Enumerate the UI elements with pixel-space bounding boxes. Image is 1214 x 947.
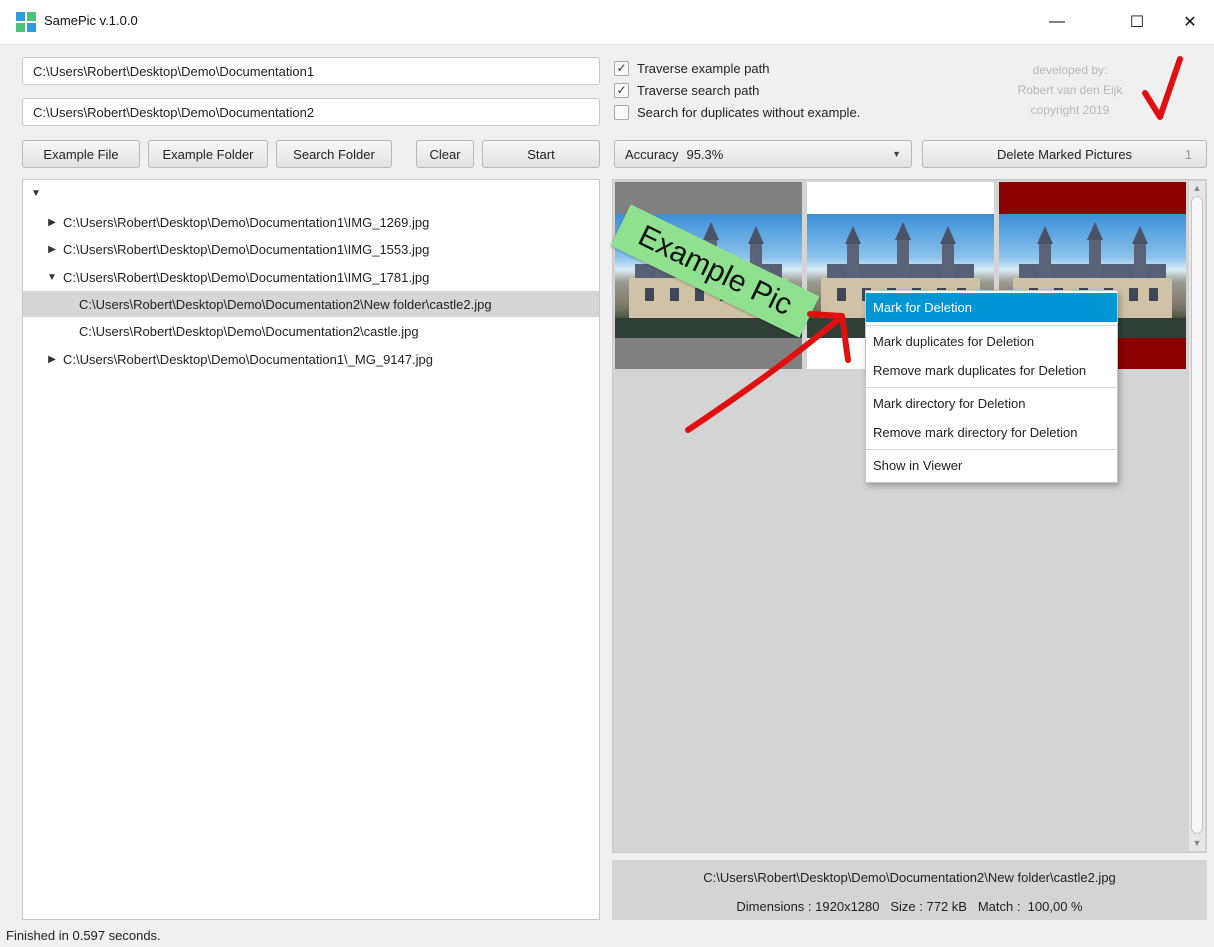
option-traverse-search[interactable]: ✓ Traverse search path [614,79,860,101]
menu-item-remove-mark-directory[interactable]: Remove mark directory for Deletion [866,418,1117,447]
menu-item-remove-mark-duplicates[interactable]: Remove mark duplicates for Deletion [866,356,1117,385]
developer-credit: developed by: Robert van den Eijk copyri… [1017,63,1123,117]
option-search-without-example[interactable]: Search for duplicates without example. [614,101,860,123]
tree-item[interactable]: C:\Users\Robert\Desktop\Demo\Documentati… [23,318,599,344]
tree-item[interactable]: ▶ C:\Users\Robert\Desktop\Demo\Documenta… [23,236,599,262]
scroll-down-icon[interactable]: ▼ [1189,836,1205,850]
minimize-button[interactable]: — [1034,0,1080,44]
start-button[interactable]: Start [482,140,600,168]
title-bar [0,0,1214,45]
marked-count-badge: 1 [1184,146,1192,162]
chevron-down-icon: ▼ [892,149,901,159]
checkbox-icon[interactable] [614,104,629,120]
red-arrow-annotation-icon [685,311,851,433]
menu-item-mark-duplicates[interactable]: Mark duplicates for Deletion [866,327,1117,356]
window-title: SamePic v.1.0.0 [44,13,138,28]
maximize-button[interactable]: ☐ [1114,0,1160,44]
app-icon [16,12,36,32]
expand-icon[interactable]: ▶ [47,217,57,228]
accuracy-select[interactable]: Accuracy 95.3% ▼ [614,140,912,168]
menu-item-mark-for-deletion[interactable]: Mark for Deletion [866,293,1117,322]
checkbox-icon[interactable]: ✓ [614,82,629,98]
tree-root[interactable]: ▼ [23,180,599,206]
scroll-up-icon[interactable]: ▲ [1189,181,1205,195]
search-path-field[interactable]: C:\Users\Robert\Desktop\Demo\Documentati… [22,98,600,126]
checkbox-icon[interactable]: ✓ [614,60,629,76]
red-checkmark-annotation-icon [1142,56,1183,120]
expand-icon[interactable]: ▼ [31,188,41,199]
menu-item-show-in-viewer[interactable]: Show in Viewer [866,451,1117,480]
info-file-path: C:\Users\Robert\Desktop\Demo\Documentati… [703,870,1116,885]
example-folder-button[interactable]: Example Folder [148,140,268,168]
expand-icon[interactable]: ▶ [47,354,57,365]
scrollbar-thumb[interactable] [1191,196,1203,834]
tree-item-selected[interactable]: C:\Users\Robert\Desktop\Demo\Documentati… [23,291,599,317]
expand-icon[interactable]: ▶ [47,244,57,255]
option-traverse-example[interactable]: ✓ Traverse example path [614,57,860,79]
tree-item[interactable]: ▼ C:\Users\Robert\Desktop\Demo\Documenta… [23,264,599,290]
menu-item-mark-directory[interactable]: Mark directory for Deletion [866,389,1117,418]
expand-icon[interactable]: ▼ [47,272,57,283]
status-text: Finished in 0.597 seconds. [6,928,161,943]
options-group: ✓ Traverse example path ✓ Traverse searc… [614,57,860,123]
duplicate-tree[interactable]: ▼ ▶ C:\Users\Robert\Desktop\Demo\Documen… [22,179,600,920]
close-button[interactable]: ✕ [1167,0,1213,44]
tree-item[interactable]: ▶ C:\Users\Robert\Desktop\Demo\Documenta… [23,209,599,235]
tree-item[interactable]: ▶ C:\Users\Robert\Desktop\Demo\Documenta… [23,346,599,372]
example-file-button[interactable]: Example File [22,140,140,168]
search-folder-button[interactable]: Search Folder [276,140,392,168]
info-meta: Dimensions : 1920x1280 Size : 772 kB Mat… [736,899,1083,914]
delete-marked-pictures-button[interactable]: Delete Marked Pictures 1 [922,140,1207,168]
context-menu: Mark for Deletion Mark duplicates for De… [865,290,1118,483]
example-path-field[interactable]: C:\Users\Robert\Desktop\Demo\Documentati… [22,57,600,85]
clear-button[interactable]: Clear [416,140,474,168]
